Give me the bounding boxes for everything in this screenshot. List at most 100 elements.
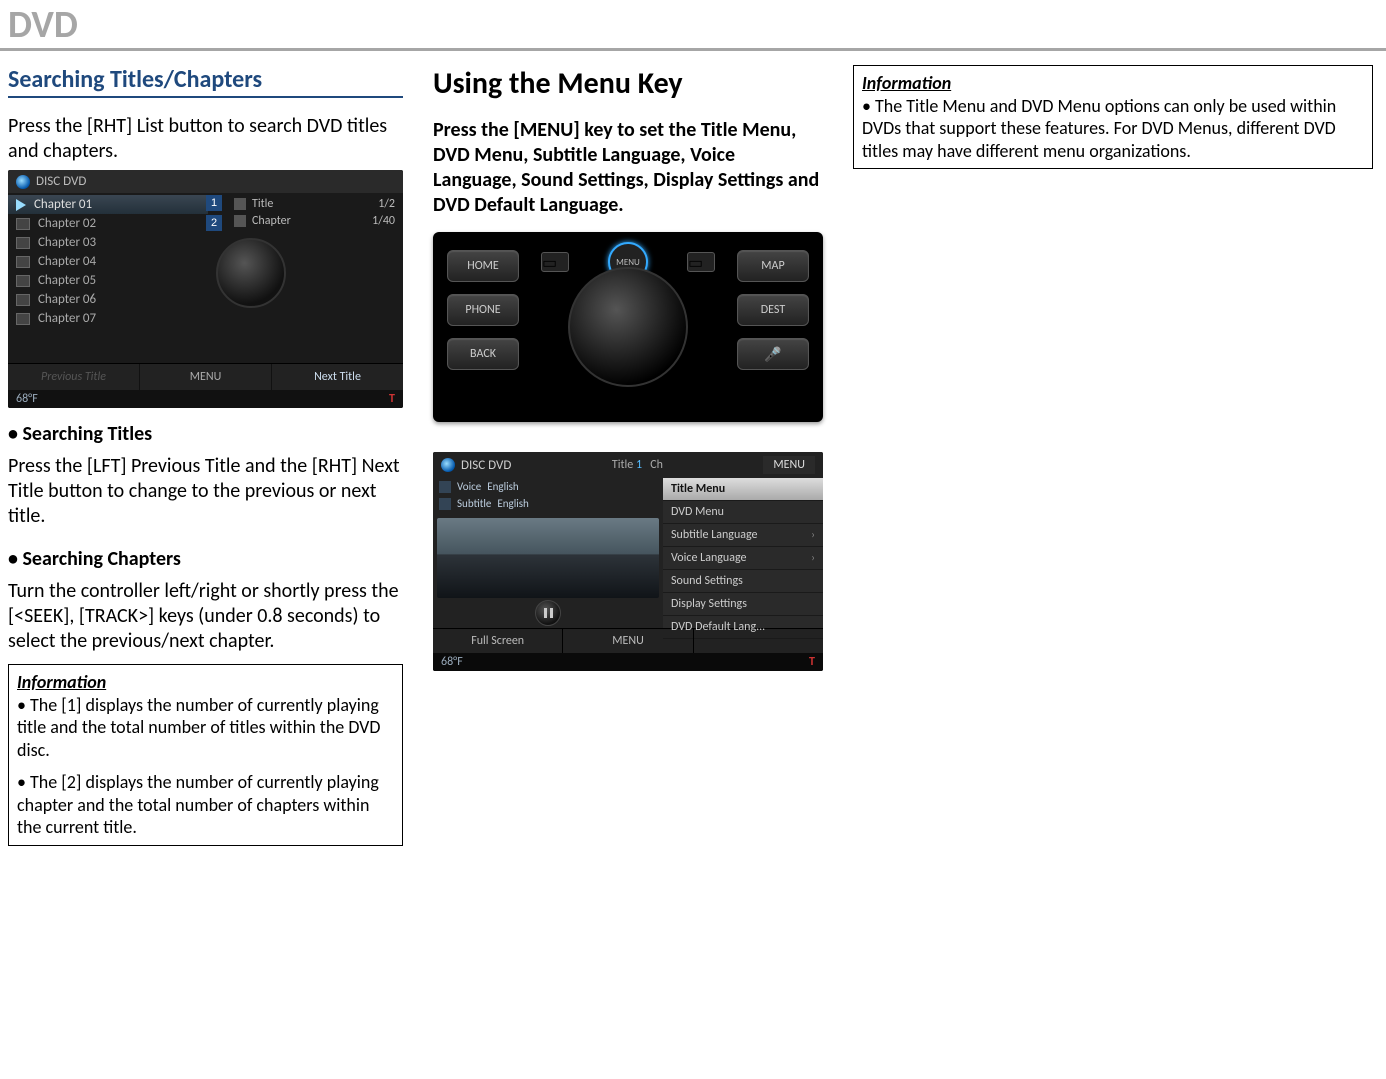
shot1-header-label: DISC DVD	[36, 174, 86, 189]
menu-item-label: Voice Language	[671, 551, 746, 565]
marker-2: 2	[206, 215, 222, 231]
info-bullet-2: • The [2] displays the number of current…	[17, 771, 394, 839]
menu-item-label: DVD Menu	[671, 505, 724, 519]
shot3-soft-buttons: Full Screen MENU	[433, 628, 823, 653]
shot3-preview-pane: Voice English Subtitle English	[433, 478, 663, 628]
chapter-label: Chapter 05	[38, 273, 96, 288]
temperature: 68°F	[441, 655, 463, 669]
info-title-right: Information	[862, 72, 1364, 95]
menu-item-label: Sound Settings	[671, 574, 743, 588]
chapter-item[interactable]: Chapter 05	[8, 271, 208, 290]
screenshot-dvd-menu: DISC DVD Title 1 Ch MENU Voice English	[433, 452, 823, 671]
menu-button[interactable]: MENU	[140, 364, 272, 390]
antenna-icon: T	[809, 655, 815, 669]
shot3-title-value: 1	[636, 458, 642, 472]
shot3-header: DISC DVD Title 1 Ch MENU	[433, 452, 823, 478]
chapter-label: Chapter 07	[38, 311, 96, 326]
disc-icon	[16, 175, 30, 189]
previous-title-button[interactable]: Previous Title	[8, 364, 140, 390]
chapter-icon	[16, 275, 30, 287]
shot3-header-label: DISC DVD	[461, 458, 511, 473]
chapter-item[interactable]: Chapter 06	[8, 290, 208, 309]
shot3-ch-label: Ch	[650, 458, 663, 472]
chapter-label: Chapter 06	[38, 292, 96, 307]
info-title-left: Information	[17, 671, 394, 694]
disc-icon	[441, 458, 455, 472]
chevron-right-icon: ›	[811, 551, 815, 565]
chapter-label: Chapter 01	[34, 197, 92, 212]
chapter-item[interactable]: Chapter 02	[8, 214, 208, 233]
next-title-button[interactable]: Next Title	[272, 364, 403, 390]
speaker-icon	[439, 481, 451, 493]
info-box-right: Information • The Title Menu and DVD Men…	[853, 65, 1373, 169]
info-bullet-1: • The [1] displays the number of current…	[17, 694, 394, 762]
shot3-title-label: Title	[612, 458, 633, 472]
menu-item[interactable]: Sound Settings	[663, 570, 823, 593]
menu-item-label: Display Settings	[671, 597, 747, 611]
shot1-info-panel: 1 Title 1/2 2 Chapter 1/40	[208, 193, 403, 363]
temperature: 68°F	[16, 392, 38, 406]
voice-value: English	[487, 480, 518, 493]
info-box-left: Information • The [1] displays the numbe…	[8, 664, 403, 846]
subtitle-label: Subtitle	[457, 497, 491, 510]
screenshot-hardware-panel: HOME MAP PHONE DEST BACK 🎤 ▭ ▭ MENU	[433, 232, 823, 422]
shot3-menu-list: Title MenuDVD MenuSubtitle Language›Voic…	[663, 478, 823, 628]
antenna-icon: T	[389, 392, 395, 406]
blank-soft-button	[694, 629, 823, 653]
title-value: 1/2	[378, 197, 395, 211]
chapter-label: Chapter 04	[38, 254, 96, 269]
map-button[interactable]: MAP	[737, 250, 809, 282]
chapter-icon	[16, 218, 30, 230]
menu-item[interactable]: Voice Language ›	[663, 547, 823, 570]
toggle-right-icon[interactable]: ▭	[687, 252, 715, 272]
jog-dial-icon	[216, 238, 286, 308]
chapter-icon	[16, 237, 30, 249]
pause-button[interactable]	[535, 600, 561, 626]
menu-item[interactable]: DVD Menu	[663, 501, 823, 524]
menu-soft-button[interactable]: MENU	[563, 629, 693, 653]
video-thumbnail	[437, 518, 659, 598]
title-label: Title	[252, 197, 273, 211]
shot1-soft-buttons: Previous Title MENU Next Title	[8, 363, 403, 390]
shot3-status-bar: 68°F T	[433, 653, 823, 671]
chapter-label: Chapter 02	[38, 216, 96, 231]
home-button[interactable]: HOME	[447, 250, 519, 282]
dest-button[interactable]: DEST	[737, 294, 809, 326]
chevron-right-icon: ›	[811, 528, 815, 542]
chapter-item[interactable]: Chapter 04	[8, 252, 208, 271]
marker-1: 1	[206, 195, 222, 211]
chapter-icon	[16, 256, 30, 268]
searching-titles-body: Press the [LFT] Previous Title and the […	[8, 454, 403, 529]
searching-chapters-heading: • Searching Chapters	[8, 547, 403, 571]
play-icon	[16, 199, 26, 211]
voice-button[interactable]: 🎤	[737, 338, 809, 370]
menu-item-label: Subtitle Language	[671, 528, 758, 542]
chapter-label: Chapter 03	[38, 235, 96, 250]
back-button[interactable]: BACK	[447, 338, 519, 370]
menu-item-label: Title Menu	[671, 482, 725, 496]
shot3-menu-header: MENU	[763, 456, 815, 474]
menu-item[interactable]: Subtitle Language ›	[663, 524, 823, 547]
searching-titles-heading: • Searching Titles	[8, 422, 403, 446]
menu-item[interactable]: Display Settings	[663, 593, 823, 616]
subtitle-value: English	[497, 497, 528, 510]
chapter-value: 1/40	[372, 214, 395, 228]
subtitle-icon	[439, 498, 451, 510]
toggle-left-icon[interactable]: ▭	[541, 252, 569, 272]
info-body-right: • The Title Menu and DVD Menu options ca…	[862, 95, 1364, 163]
controller-dial[interactable]	[568, 267, 688, 387]
searching-chapters-body: Turn the controller left/right or shortl…	[8, 579, 403, 654]
left-intro: Press the [RHT] List button to search DV…	[8, 114, 403, 164]
chapter-item[interactable]: Chapter 07	[8, 309, 208, 328]
shot1-status-bar: 68°F T	[8, 390, 403, 408]
chapter-icon	[16, 313, 30, 325]
full-screen-button[interactable]: Full Screen	[433, 629, 563, 653]
chapter-icon	[234, 215, 246, 227]
chapter-item[interactable]: Chapter 01	[8, 195, 208, 214]
chapter-item[interactable]: Chapter 03	[8, 233, 208, 252]
mid-intro: Press the [MENU] key to set the Title Me…	[433, 118, 823, 218]
menu-item[interactable]: Title Menu	[663, 478, 823, 501]
left-heading: Searching Titles/Chapters	[8, 65, 403, 98]
phone-button[interactable]: PHONE	[447, 294, 519, 326]
shot1-header: DISC DVD	[8, 170, 403, 193]
